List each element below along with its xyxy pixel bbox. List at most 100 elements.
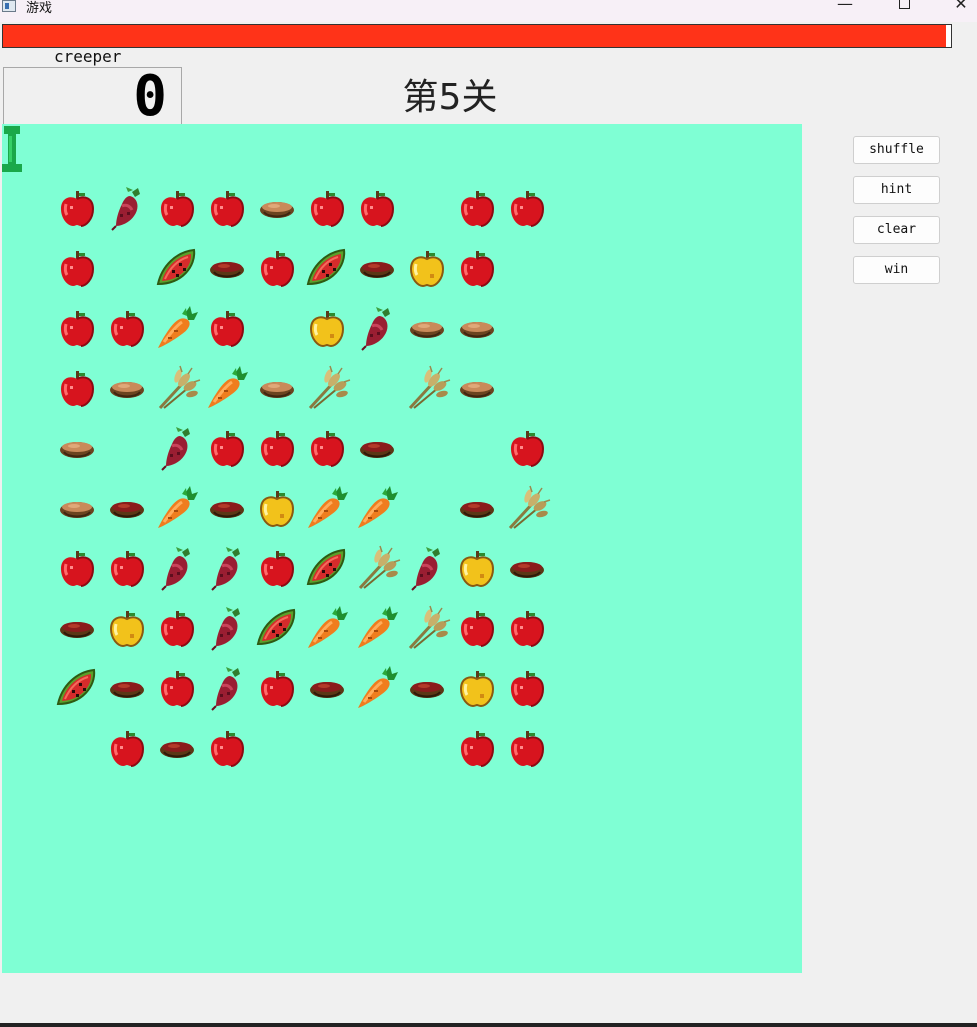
golden-icon[interactable] (252, 484, 302, 534)
stew-icon[interactable] (452, 364, 502, 414)
golden-icon[interactable] (302, 304, 352, 354)
carrot-icon[interactable] (352, 484, 402, 534)
taskbar-edge (0, 1023, 977, 1027)
apple-icon[interactable] (102, 724, 152, 774)
wheat-icon[interactable] (502, 484, 552, 534)
carrot-icon[interactable] (152, 304, 202, 354)
apple-icon[interactable] (202, 184, 252, 234)
beetroot-icon[interactable] (152, 544, 202, 594)
apple-icon[interactable] (502, 724, 552, 774)
stew-icon[interactable] (102, 364, 152, 414)
melon-icon[interactable] (252, 604, 302, 654)
apple-icon[interactable] (52, 544, 102, 594)
apple-icon[interactable] (252, 424, 302, 474)
bowl-icon[interactable] (102, 484, 152, 534)
bowl-icon[interactable] (102, 664, 152, 714)
carrot-icon[interactable] (202, 364, 252, 414)
carrot-icon[interactable] (302, 484, 352, 534)
stew-icon[interactable] (252, 184, 302, 234)
apple-icon[interactable] (152, 664, 202, 714)
beetroot-icon[interactable] (202, 664, 252, 714)
time-progress-fill (3, 25, 947, 47)
golden-icon[interactable] (102, 604, 152, 654)
apple-icon[interactable] (502, 424, 552, 474)
apple-icon[interactable] (502, 604, 552, 654)
apple-icon[interactable] (102, 304, 152, 354)
apple-icon[interactable] (302, 424, 352, 474)
window-title: 游戏 (26, 1, 53, 16)
bowl-icon[interactable] (202, 484, 252, 534)
shuffle-button[interactable]: shuffle (853, 136, 940, 164)
apple-icon[interactable] (252, 244, 302, 294)
apple-icon[interactable] (452, 724, 502, 774)
stew-icon[interactable] (252, 364, 302, 414)
apple-icon[interactable] (202, 724, 252, 774)
carrot-icon[interactable] (302, 604, 352, 654)
bowl-icon[interactable] (202, 244, 252, 294)
apple-icon[interactable] (252, 664, 302, 714)
wheat-icon[interactable] (402, 364, 452, 414)
golden-icon[interactable] (452, 544, 502, 594)
apple-icon[interactable] (152, 604, 202, 654)
apple-icon[interactable] (52, 184, 102, 234)
melon-icon[interactable] (52, 664, 102, 714)
hint-button[interactable]: hint (853, 176, 940, 204)
apple-icon[interactable] (302, 184, 352, 234)
apple-icon[interactable] (52, 244, 102, 294)
bowl-icon[interactable] (302, 664, 352, 714)
melon-icon[interactable] (152, 244, 202, 294)
beetroot-icon[interactable] (102, 184, 152, 234)
clear-button[interactable]: clear (853, 216, 940, 244)
score-label: creeper (54, 47, 122, 66)
wheat-icon[interactable] (152, 364, 202, 414)
game-board[interactable] (2, 124, 802, 973)
stew-icon[interactable] (402, 304, 452, 354)
apple-icon[interactable] (202, 424, 252, 474)
apple-icon[interactable] (452, 244, 502, 294)
wheat-icon[interactable] (302, 364, 352, 414)
bowl-icon[interactable] (352, 424, 402, 474)
golden-icon[interactable] (452, 664, 502, 714)
win-button[interactable]: win (853, 256, 940, 284)
bowl-icon[interactable] (402, 664, 452, 714)
melon-icon[interactable] (302, 544, 352, 594)
bowl-icon[interactable] (52, 604, 102, 654)
wheat-icon[interactable] (402, 604, 452, 654)
stew-icon[interactable] (452, 304, 502, 354)
bowl-icon[interactable] (502, 544, 552, 594)
beetroot-icon[interactable] (202, 544, 252, 594)
apple-icon[interactable] (52, 304, 102, 354)
bowl-icon[interactable] (152, 724, 202, 774)
wheat-icon[interactable] (352, 544, 402, 594)
apple-icon[interactable] (352, 184, 402, 234)
apple-icon[interactable] (152, 184, 202, 234)
apple-icon[interactable] (452, 184, 502, 234)
app-icon (2, 0, 16, 12)
beetroot-icon[interactable] (202, 604, 252, 654)
carrot-icon[interactable] (352, 604, 402, 654)
apple-icon[interactable] (52, 364, 102, 414)
beetroot-icon[interactable] (152, 424, 202, 474)
game-window: 游戏 — ✕ creeper 0 第5关 shuffle hint clear … (0, 0, 977, 1027)
maximize-button[interactable] (884, 0, 924, 14)
maximize-icon (898, 0, 910, 9)
selection-cursor-icon (2, 126, 22, 174)
beetroot-icon[interactable] (352, 304, 402, 354)
golden-icon[interactable] (402, 244, 452, 294)
melon-icon[interactable] (302, 244, 352, 294)
minimize-button[interactable]: — (825, 0, 865, 14)
apple-icon[interactable] (202, 304, 252, 354)
carrot-icon[interactable] (152, 484, 202, 534)
bowl-icon[interactable] (352, 244, 402, 294)
apple-icon[interactable] (502, 184, 552, 234)
apple-icon[interactable] (252, 544, 302, 594)
close-button[interactable]: ✕ (941, 0, 977, 14)
stew-icon[interactable] (52, 484, 102, 534)
apple-icon[interactable] (502, 664, 552, 714)
stew-icon[interactable] (52, 424, 102, 474)
beetroot-icon[interactable] (402, 544, 452, 594)
apple-icon[interactable] (452, 604, 502, 654)
apple-icon[interactable] (102, 544, 152, 594)
carrot-icon[interactable] (352, 664, 402, 714)
bowl-icon[interactable] (452, 484, 502, 534)
